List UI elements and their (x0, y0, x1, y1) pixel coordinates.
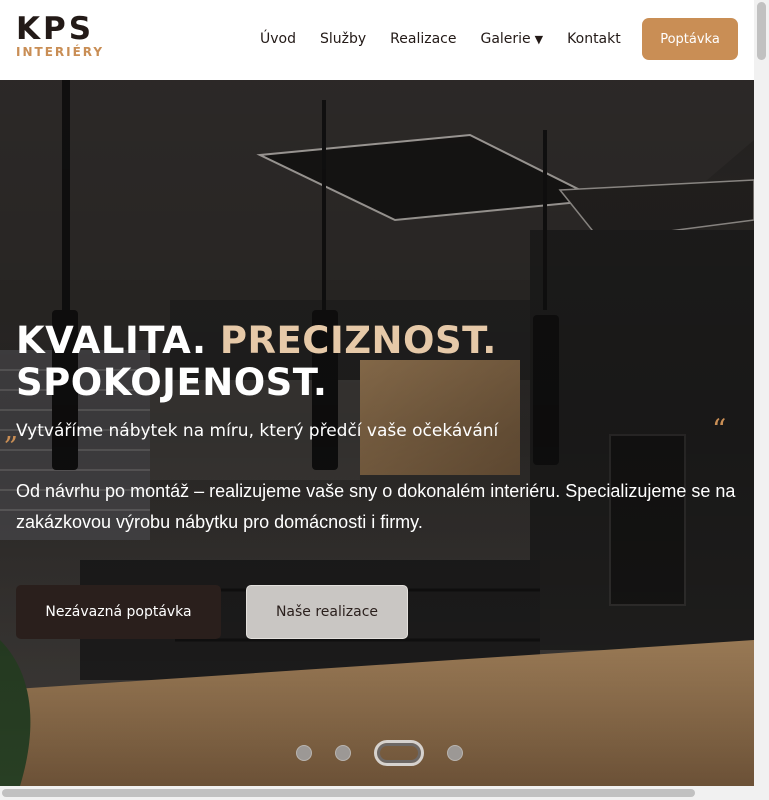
hero-title: KVALITA. PRECIZNOST. SPOKOJENOST. (16, 320, 716, 404)
nav-item-label: Kontakt (567, 31, 621, 47)
site-header: KPS INTERIÉRY Úvod Služby Realizace Gale… (0, 0, 754, 80)
logo-main-text: KPS (16, 11, 95, 47)
slide-dot-1[interactable] (296, 745, 312, 761)
nezavazna-poptavka-button[interactable]: Nezávazná poptávka (16, 585, 221, 639)
nase-realizace-button[interactable]: Naše realizace (246, 585, 408, 639)
slider-pagination (296, 740, 486, 766)
slide-dot-4[interactable] (447, 745, 463, 761)
slide-dot-3-active[interactable] (374, 740, 424, 766)
hero-title-line2: SPOKOJENOST. (16, 361, 328, 404)
quote-close-icon: “ (712, 413, 727, 446)
nav-item-label: Realizace (390, 31, 457, 47)
main-nav: Úvod Služby Realizace Galerie ▼ Kontakt (260, 31, 645, 47)
logo[interactable]: KPS INTERIÉRY (16, 11, 105, 60)
horizontal-scrollbar[interactable] (0, 786, 769, 800)
nav-item-kontakt[interactable]: Kontakt (567, 31, 621, 47)
nav-item-label: Galerie (480, 31, 531, 47)
nav-item-galerie[interactable]: Galerie ▼ (480, 31, 543, 47)
hero-description: Od návrhu po montáž – realizujeme vaše s… (16, 481, 736, 532)
poptavka-button[interactable]: Poptávka (642, 18, 738, 60)
logo-sub-text: INTERIÉRY (16, 45, 105, 59)
hero-subtitle: Vytváříme nábytek na míru, který předčí … (16, 421, 499, 441)
horizontal-scrollbar-thumb[interactable] (2, 789, 695, 797)
caret-down-icon: ▼ (534, 32, 544, 46)
nav-item-uvod[interactable]: Úvod (260, 31, 296, 47)
slide-dot-2[interactable] (335, 745, 351, 761)
nav-item-label: Služby (319, 31, 367, 47)
nav-item-sluzby[interactable]: Služby (320, 31, 366, 47)
nav-item-label: Úvod (260, 31, 296, 47)
hero-title-white: KVALITA. (16, 319, 220, 362)
vertical-scrollbar[interactable] (754, 0, 769, 786)
nav-item-realizace[interactable]: Realizace (390, 31, 456, 47)
hero-section: KVALITA. PRECIZNOST. SPOKOJENOST. „ Vytv… (0, 80, 754, 786)
hero-title-accent: PRECIZNOST. (219, 319, 497, 362)
vertical-scrollbar-thumb[interactable] (757, 2, 766, 60)
